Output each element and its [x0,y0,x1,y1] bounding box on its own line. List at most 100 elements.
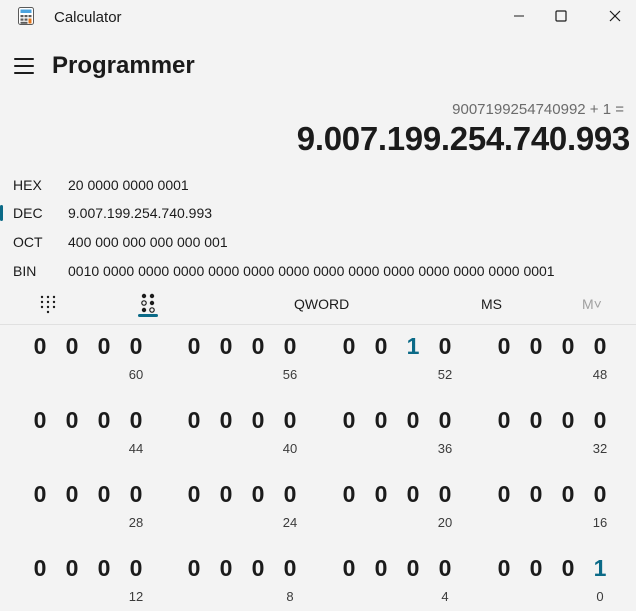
bit-toggle[interactable]: 0 [526,333,546,360]
bit-toggle[interactable]: 0 [248,333,268,360]
bit-toggle[interactable]: 0 [435,555,455,582]
bit-toggle[interactable]: 0 [94,555,114,582]
bit-position-label: 52 [437,367,453,382]
calculator-icon [18,7,34,25]
bit-toggle[interactable]: 0 [558,407,578,434]
bit-toggle[interactable]: 0 [184,407,204,434]
bit-toggle[interactable]: 0 [558,481,578,508]
bit-toggle[interactable]: 0 [280,481,300,508]
bit-position-label: 44 [128,441,144,456]
bit-toggle[interactable]: 0 [371,481,391,508]
bit-position-label: 24 [282,515,298,530]
bit-toggle[interactable]: 0 [216,333,236,360]
radix-value: 400 000 000 000 000 001 [68,234,228,250]
bit-toggle[interactable]: 0 [126,333,146,360]
bit-toggle[interactable]: 0 [339,333,359,360]
bit-toggle[interactable]: 0 [216,481,236,508]
bit-toggle[interactable]: 0 [435,333,455,360]
radix-value: 20 0000 0000 0001 [68,177,189,193]
radix-value: 9.007.199.254.740.993 [68,205,213,221]
bit-toggle[interactable]: 0 [339,407,359,434]
bit-toggle[interactable]: 0 [184,333,204,360]
bit-toggle[interactable]: 0 [94,481,114,508]
bit-position-label: 40 [282,441,298,456]
bit-toggle[interactable]: 0 [30,407,50,434]
bit-toggle[interactable]: 0 [126,407,146,434]
bit-toggle[interactable]: 0 [403,481,423,508]
bit-toggle[interactable]: 0 [435,481,455,508]
bit-toggle[interactable]: 0 [248,555,268,582]
full-keypad-icon[interactable] [38,294,58,314]
radix-label: BIN [13,263,37,279]
active-keypad-underline [138,314,158,317]
close-button[interactable] [592,0,636,32]
radix-dec[interactable]: DEC 9.007.199.254.740.993 [0,201,636,225]
bit-toggle[interactable]: 0 [558,333,578,360]
bit-toggle[interactable]: 0 [494,333,514,360]
bit-toggle[interactable]: 0 [590,407,610,434]
bit-toggle[interactable]: 0 [62,407,82,434]
radix-label: OCT [13,234,43,250]
bit-position-label: 48 [592,367,608,382]
hamburger-menu-icon[interactable] [14,58,34,76]
bit-toggle[interactable]: 0 [558,555,578,582]
bit-position-label: 0 [596,589,604,604]
bit-toggle[interactable]: 0 [30,481,50,508]
radix-oct[interactable]: OCT 400 000 000 000 000 001 [0,230,636,254]
keypad-toolbar: QWORD MS M˅ [0,288,636,324]
bit-toggle[interactable]: 0 [126,481,146,508]
bit-toggle[interactable]: 0 [494,481,514,508]
bit-toggle[interactable]: 0 [590,333,610,360]
bit-toggle[interactable]: 1 [403,333,423,360]
minimize-button[interactable] [496,0,542,32]
word-size-button[interactable]: QWORD [294,296,349,312]
bit-toggle[interactable]: 0 [494,407,514,434]
bit-toggle[interactable]: 0 [30,555,50,582]
bit-toggle[interactable]: 0 [590,481,610,508]
bit-flip-icon[interactable] [138,292,158,316]
bit-toggle[interactable]: 0 [184,481,204,508]
bit-position-label: 8 [286,589,294,604]
bit-toggle[interactable]: 0 [371,333,391,360]
bit-toggle[interactable]: 0 [371,407,391,434]
maximize-button[interactable] [538,0,584,32]
bit-toggle[interactable]: 0 [526,555,546,582]
bit-toggle[interactable]: 0 [280,407,300,434]
bit-toggle[interactable]: 0 [94,407,114,434]
result-display: 9.007.199.254.740.993 [296,120,631,157]
bit-toggle[interactable]: 0 [216,407,236,434]
bit-toggle[interactable]: 0 [30,333,50,360]
bit-toggle[interactable]: 0 [280,333,300,360]
memory-list-button[interactable]: M˅ [582,296,602,312]
bit-position-label: 32 [592,441,608,456]
radix-bin[interactable]: BIN 0010 0000 0000 0000 0000 0000 0000 0… [0,259,636,283]
bit-position-label: 28 [128,515,144,530]
radix-value: 0010 0000 0000 0000 0000 0000 0000 0000 … [68,263,555,279]
radix-label: HEX [13,177,42,193]
bit-toggle[interactable]: 0 [403,407,423,434]
bit-toggle[interactable]: 0 [248,407,268,434]
bit-toggle[interactable]: 1 [590,555,610,582]
bit-toggle[interactable]: 0 [526,407,546,434]
radix-hex[interactable]: HEX 20 0000 0000 0001 [0,173,636,197]
bit-toggle[interactable]: 0 [62,481,82,508]
bit-toggle[interactable]: 0 [526,481,546,508]
bit-toggle[interactable]: 0 [371,555,391,582]
bit-toggle[interactable]: 0 [62,555,82,582]
bit-toggle[interactable]: 0 [126,555,146,582]
bit-toggle[interactable]: 0 [62,333,82,360]
bit-toggle[interactable]: 0 [494,555,514,582]
bit-toggle[interactable]: 0 [403,555,423,582]
bit-toggle[interactable]: 0 [184,555,204,582]
bit-toggle[interactable]: 0 [248,481,268,508]
bit-toggle[interactable]: 0 [339,481,359,508]
bit-toggle[interactable]: 0 [435,407,455,434]
bit-toggle[interactable]: 0 [94,333,114,360]
bit-toggle[interactable]: 0 [216,555,236,582]
bit-toggle[interactable]: 0 [339,555,359,582]
bit-toggle[interactable]: 0 [280,555,300,582]
bit-position-label: 4 [441,589,449,604]
bit-position-label: 36 [437,441,453,456]
memory-store-button[interactable]: MS [481,296,502,312]
title-bar: Calculator [0,0,636,34]
